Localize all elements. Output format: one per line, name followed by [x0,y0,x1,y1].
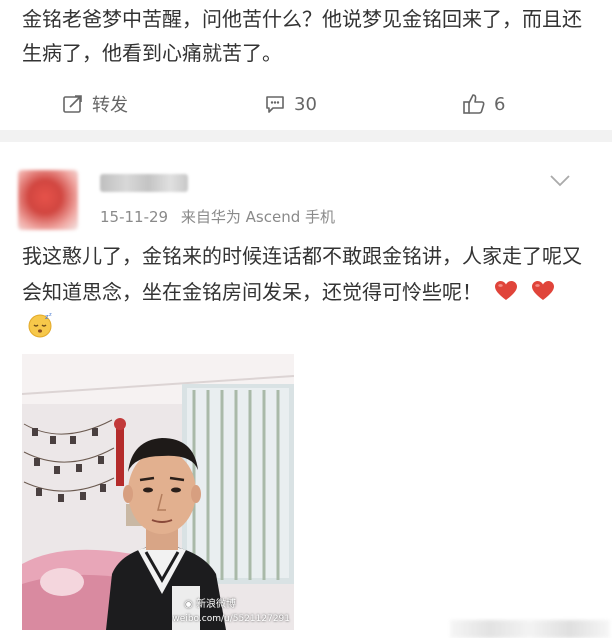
weibo-post-card: 15-11-29 来自华为 Ascend 手机 我这憨儿了，金铭来的时候连话都不… [0,142,612,638]
action-bar: 转发 30 6 [0,82,600,126]
username-blurred[interactable] [100,174,188,192]
like-count: 6 [494,93,506,115]
feed-separator [0,130,612,142]
repost-icon [63,95,82,113]
weibo-logo-icon: ◉ 新浪微博 [184,599,236,610]
comment-button[interactable]: 30 [264,93,317,115]
avatar[interactable] [18,170,78,230]
post-photo[interactable]: ◉ 新浪微博 weibo.com/u/5521127291 [22,354,294,630]
like-button[interactable]: 6 [462,93,505,115]
comment-count: 30 [294,93,317,115]
blurred-overlay [450,620,610,638]
photo-watermark: weibo.com/u/5521127291 [172,614,290,624]
post-meta: 15-11-29 来自华为 Ascend 手机 [100,206,335,227]
photo-image [22,354,294,630]
chevron-down-icon[interactable] [549,174,571,188]
comment-icon [266,96,284,113]
heart-icon [531,281,554,300]
previous-post-text: 金铭老爸梦中苦醒，问他苦什么？他说梦见金铭回来了，而且还生病了，他看到心痛就苦了… [22,7,582,65]
post-source: 来自华为 Ascend 手机 [180,208,335,226]
repost-button[interactable]: 转发 [62,91,128,117]
repost-label: 转发 [92,95,128,116]
heart-icon [495,281,518,300]
thumbs-up-icon [463,94,485,114]
sleepy-face-icon: z z [28,312,52,338]
post-body: 我这憨儿了，金铭来的时候连话都不敢跟金铭讲，人家走了呢又会知道思念，坐在金铭房间… [22,238,582,346]
svg-text:z: z [49,312,52,318]
post-timestamp: 15-11-29 [100,208,169,226]
